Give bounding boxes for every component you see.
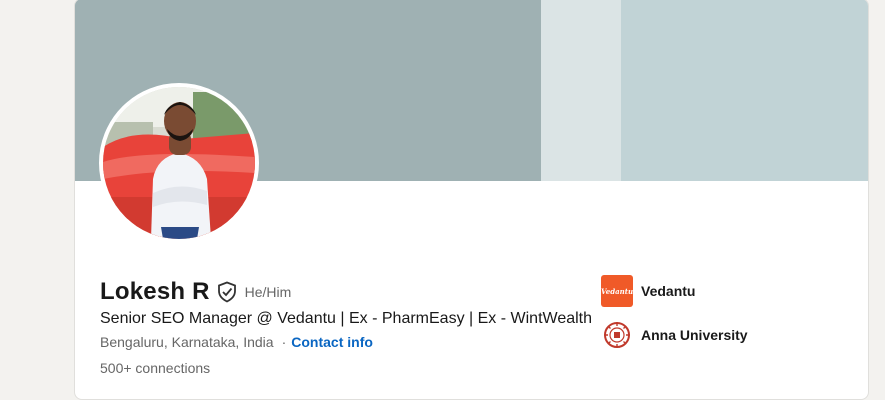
location: Bengaluru, Karnataka, India (100, 334, 274, 350)
education-anna-university[interactable]: Anna University (601, 319, 748, 351)
profile-photo[interactable] (99, 83, 259, 243)
pronouns: He/Him (244, 284, 292, 300)
school-name: Anna University (641, 327, 748, 343)
profile-name: Lokesh R (100, 278, 210, 305)
vedantu-logo: Vedantu (601, 275, 633, 307)
connections-count[interactable]: 500+ connections (100, 360, 210, 376)
location-row: Bengaluru, Karnataka, India · Contact in… (100, 334, 373, 350)
profile-headline: Senior SEO Manager @ Vedantu | Ex - Phar… (100, 310, 593, 327)
profile-card: Lokesh R He/Him Senior SEO Manager @ Ved… (74, 0, 869, 400)
verified-shield-icon[interactable] (217, 281, 237, 303)
anna-university-logo (601, 319, 633, 351)
name-row: Lokesh R He/Him (100, 277, 291, 307)
contact-info-link[interactable]: Contact info (291, 334, 373, 350)
separator-dot: · (281, 334, 287, 350)
current-company-vedantu[interactable]: Vedantu Vedantu (601, 275, 695, 307)
banner-stripe (541, 0, 621, 181)
company-name: Vedantu (641, 283, 696, 299)
profile-photo-image (103, 87, 255, 239)
